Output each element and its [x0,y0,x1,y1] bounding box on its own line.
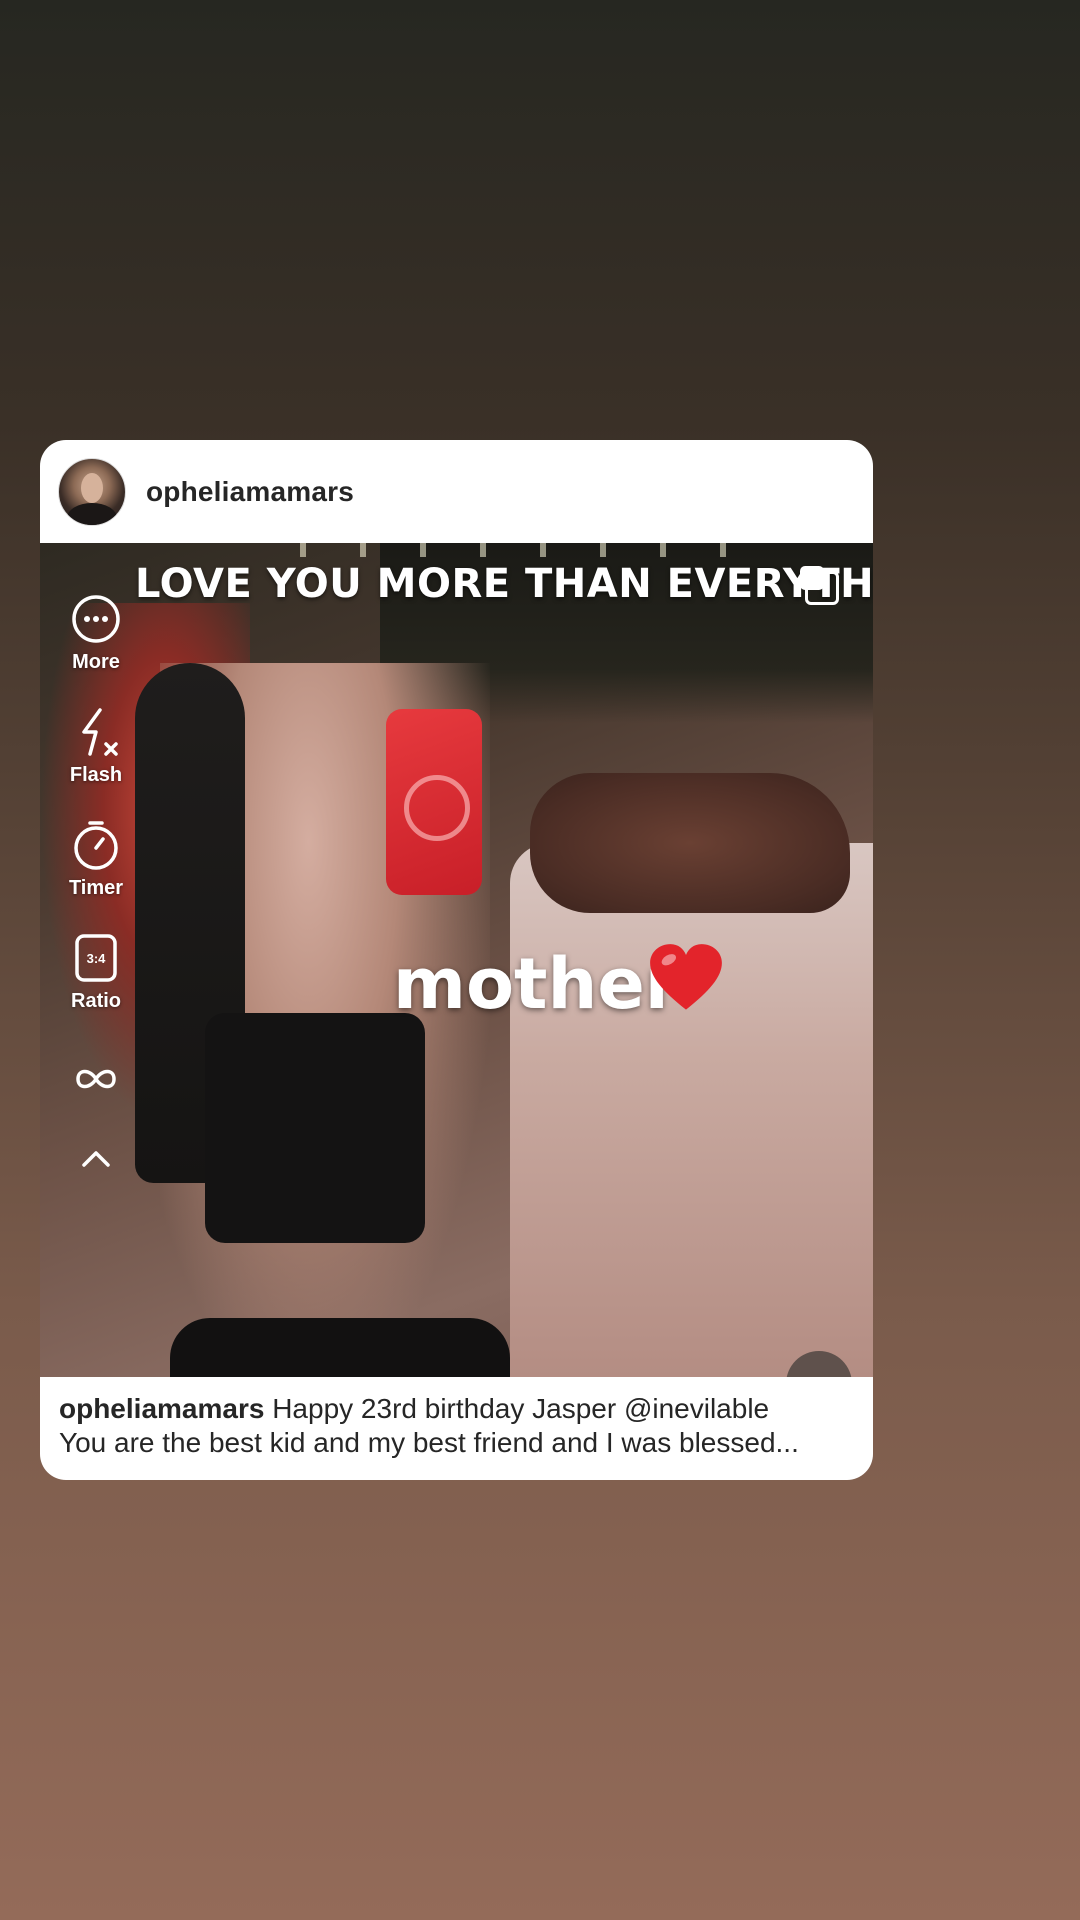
avatar[interactable] [58,457,126,526]
tool-timer[interactable]: Timer [56,819,136,900]
photo-blanket [530,773,850,913]
tool-boomerang[interactable] [56,1053,136,1105]
copy-icon [800,566,839,605]
post-username[interactable]: opheliamamars [146,476,354,508]
ratio-badge-text: 3:4 [87,951,107,966]
avatar-shoulders [67,502,117,525]
photo-string-lights [300,543,760,557]
flash-off-icon [82,708,118,756]
chevron-up-icon [82,1151,110,1167]
boomerang-icon [76,1069,116,1089]
post-caption: opheliamamars Happy 23rd birthday Jasper… [59,1392,859,1460]
caption-line1: Happy 23rd birthday Jasper @inevilable [272,1393,770,1424]
caption-username[interactable]: opheliamamars [59,1393,264,1424]
ratio-icon: 3:4 [75,934,117,982]
overlay-text-center: mother [393,943,680,1025]
post-photo[interactable]: LOVE YOU MORE THAN EVERYTHING mother Mor… [40,543,873,1377]
more-icon [72,595,120,643]
photo-pants [170,1318,510,1377]
photo-phone [386,709,482,895]
tool-flash[interactable]: Flash [56,706,136,787]
avatar-face [81,472,103,503]
tool-flash-label: Flash [69,764,123,786]
timer-icon [74,821,118,870]
overlay-text-top: LOVE YOU MORE THAN EVERYTHING [135,561,873,607]
caption-line2: You are the best kid and my best friend … [59,1427,799,1458]
post-header: opheliamamars [40,440,873,543]
tool-ratio-label: Ratio [71,990,121,1012]
tool-timer-label: Timer [68,877,124,899]
tool-more-label: More [72,651,120,673]
tool-collapse[interactable] [56,1133,136,1185]
tool-ratio[interactable]: 3:4 Ratio [56,932,136,1013]
photo-top [205,1013,425,1243]
tool-more[interactable]: More [56,593,136,674]
shared-post-card[interactable]: opheliamamars LOVE YOU MORE THAN EVERYTH… [40,440,873,1480]
photo-bed [510,843,873,1377]
heart-emoji-icon [650,944,722,1010]
